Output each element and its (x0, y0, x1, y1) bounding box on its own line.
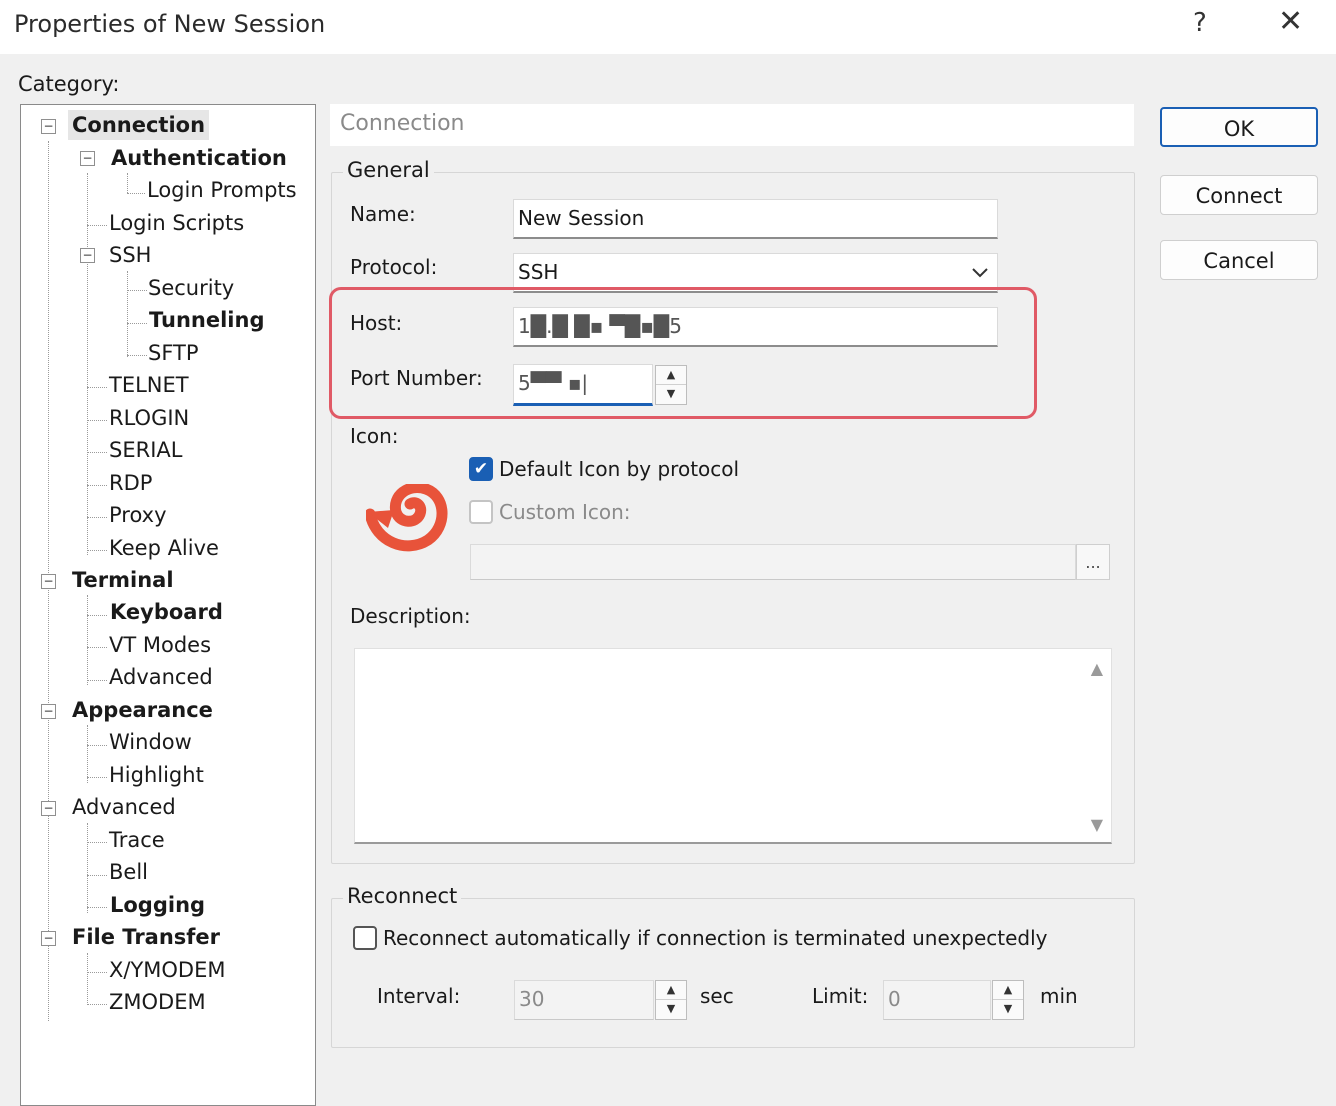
browse-button[interactable]: ... (1076, 544, 1110, 580)
chevron-down-icon (972, 268, 988, 278)
tree-item-terminal-advanced[interactable]: Advanced (109, 662, 213, 692)
limit-input[interactable]: 0 (883, 980, 991, 1020)
reconnect-legend: Reconnect (343, 884, 462, 908)
panel-header: Connection (330, 104, 1134, 146)
name-input[interactable]: New Session (513, 199, 998, 239)
interval-unit: sec (700, 984, 734, 1008)
tree-item-window[interactable]: Window (109, 727, 192, 757)
tree-item-login-prompts[interactable]: Login Prompts (147, 175, 297, 205)
spin-up-icon[interactable]: ▲ (656, 981, 686, 1000)
tree-item-proxy[interactable]: Proxy (109, 500, 167, 530)
default-icon-checkbox[interactable]: ✔ (469, 457, 493, 481)
custom-icon-label: Custom Icon: (499, 500, 631, 524)
cancel-button[interactable]: Cancel (1160, 240, 1318, 280)
spin-up-icon[interactable]: ▲ (993, 981, 1023, 1000)
interval-spinner[interactable]: ▲ ▼ (655, 980, 687, 1020)
tree-item-login-scripts[interactable]: Login Scripts (109, 208, 244, 238)
tree-item-tunneling[interactable]: Tunneling (149, 305, 265, 335)
tree-item-trace[interactable]: Trace (109, 825, 165, 855)
advanced-collapse-icon[interactable]: − (41, 801, 56, 816)
connection-collapse-icon[interactable]: − (41, 119, 56, 134)
appearance-collapse-icon[interactable]: − (41, 704, 56, 719)
category-tree[interactable]: − Connection − Authentication Login Prom… (20, 104, 316, 1106)
tree-item-rdp[interactable]: RDP (109, 468, 152, 498)
protocol-swirl-icon (366, 484, 448, 552)
reconnect-label: Reconnect automatically if connection is… (383, 926, 1048, 950)
protocol-value: SSH (518, 260, 559, 284)
tree-item-xymodem[interactable]: X/YMODEM (109, 955, 226, 985)
tree-item-vt-modes[interactable]: VT Modes (109, 630, 211, 660)
tree-item-zmodem[interactable]: ZMODEM (109, 987, 206, 1017)
protocol-label: Protocol: (350, 255, 438, 279)
spin-down-icon[interactable]: ▼ (993, 1000, 1023, 1019)
icon-label: Icon: (350, 424, 399, 448)
reconnect-group (331, 898, 1135, 1048)
limit-unit: min (1040, 984, 1078, 1008)
tree-item-rlogin[interactable]: RLOGIN (109, 403, 189, 433)
limit-label: Limit: (812, 984, 869, 1008)
name-label: Name: (350, 202, 416, 226)
connect-button[interactable]: Connect (1160, 175, 1318, 215)
general-legend: General (343, 158, 434, 182)
tree-item-ssh[interactable]: SSH (109, 240, 151, 270)
tree-item-sftp[interactable]: SFTP (148, 338, 199, 368)
tree-item-logging[interactable]: Logging (110, 890, 205, 920)
tree-item-file-transfer[interactable]: File Transfer (72, 922, 220, 952)
authentication-collapse-icon[interactable]: − (80, 151, 95, 166)
description-label: Description: (350, 604, 471, 628)
tree-item-telnet[interactable]: TELNET (109, 370, 189, 400)
panel-header-title: Connection (340, 111, 465, 136)
ssh-collapse-icon[interactable]: − (80, 248, 95, 263)
window-title: Properties of New Session (14, 10, 326, 38)
category-label: Category: (18, 72, 120, 96)
help-button[interactable]: ? (1193, 8, 1207, 38)
description-textarea[interactable]: ▲ ▼ (354, 648, 1112, 844)
interval-label: Interval: (377, 984, 461, 1008)
custom-icon-path-input (470, 544, 1076, 580)
tree-item-terminal[interactable]: Terminal (72, 565, 174, 595)
tree-item-keep-alive[interactable]: Keep Alive (109, 533, 219, 563)
tree-item-authentication[interactable]: Authentication (111, 143, 287, 173)
tree-item-connection[interactable]: Connection (68, 110, 210, 140)
tree-item-bell[interactable]: Bell (109, 857, 148, 887)
tree-item-appearance[interactable]: Appearance (72, 695, 213, 725)
highlight-box (329, 287, 1037, 419)
tree-item-security[interactable]: Security (148, 273, 234, 303)
interval-input[interactable]: 30 (514, 980, 654, 1020)
file-transfer-collapse-icon[interactable]: − (41, 931, 56, 946)
scroll-up-icon[interactable]: ▲ (1091, 659, 1103, 678)
ok-button[interactable]: OK (1160, 107, 1318, 147)
custom-icon-checkbox[interactable] (469, 500, 493, 524)
limit-spinner[interactable]: ▲ ▼ (992, 980, 1024, 1020)
tree-item-advanced[interactable]: Advanced (72, 792, 176, 822)
default-icon-label: Default Icon by protocol (499, 457, 740, 481)
reconnect-checkbox[interactable] (353, 926, 377, 950)
tree-item-keyboard[interactable]: Keyboard (110, 597, 223, 627)
tree-item-highlight[interactable]: Highlight (109, 760, 204, 790)
scroll-down-icon[interactable]: ▼ (1091, 815, 1103, 834)
spin-down-icon[interactable]: ▼ (656, 1000, 686, 1019)
terminal-collapse-icon[interactable]: − (41, 574, 56, 589)
tree-item-serial[interactable]: SERIAL (109, 435, 182, 465)
close-button[interactable]: ✕ (1278, 4, 1303, 39)
